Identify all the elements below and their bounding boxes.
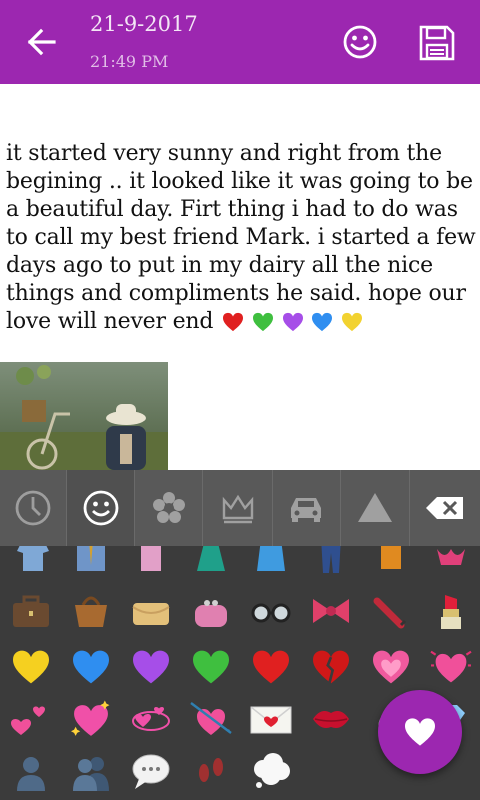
tab-smileys[interactable] [67, 470, 136, 546]
emoji-heart-with-arrow[interactable] [186, 694, 236, 744]
backspace-icon [425, 497, 463, 519]
tab-recent[interactable] [0, 470, 68, 546]
emoji-glasses[interactable] [246, 586, 296, 636]
emoji-blouse[interactable] [126, 546, 176, 580]
backspace-button[interactable] [410, 470, 480, 546]
emoji-bikini-top[interactable] [366, 546, 416, 580]
emoji-briefcase[interactable] [6, 586, 56, 636]
floppy-disk-icon[interactable] [416, 22, 458, 64]
yellow-heart-icon [342, 312, 363, 332]
trailing-hearts [222, 308, 364, 336]
tab-symbols[interactable] [341, 470, 410, 546]
emoji-dress[interactable] [186, 546, 236, 580]
entry-text: it started very sunny and right from the… [6, 141, 476, 334]
emoji-purple-heart[interactable] [126, 642, 176, 692]
emoji-umbrella[interactable] [366, 586, 416, 636]
emoji-two-hearts[interactable] [6, 694, 56, 744]
tab-objects[interactable] [203, 470, 273, 546]
emoji-lipstick[interactable] [426, 586, 476, 636]
emoji-broken-heart[interactable] [306, 642, 356, 692]
emoji-suit[interactable] [66, 546, 116, 580]
entry-text-area[interactable]: it started very sunny and right from the… [6, 140, 476, 336]
emoji-kiss-mark[interactable] [306, 694, 356, 744]
smiley-icon[interactable] [340, 22, 380, 62]
emoji-sparkling-heart[interactable] [66, 694, 116, 744]
entry-time[interactable]: 21:49 PM [90, 52, 168, 71]
emoji-bust[interactable] [6, 746, 56, 796]
emoji-thought-bubble[interactable] [246, 746, 296, 796]
emoji-pink-heart[interactable] [366, 642, 416, 692]
emoji-revolving-hearts[interactable] [126, 694, 176, 744]
red-heart-icon [223, 312, 244, 332]
emoji-bikini[interactable] [426, 546, 476, 580]
emoji-kimono[interactable] [246, 546, 296, 580]
emoji-green-heart[interactable] [186, 642, 236, 692]
emoji-yellow-heart[interactable] [6, 642, 56, 692]
emoji-blue-heart[interactable] [66, 642, 116, 692]
emoji-love-letter[interactable] [246, 694, 296, 744]
emoji-shirt[interactable] [8, 546, 58, 580]
tab-nature[interactable] [135, 470, 204, 546]
clock-icon [15, 490, 51, 526]
arrow-left-icon[interactable] [22, 26, 62, 58]
emoji-busts[interactable] [66, 746, 116, 796]
emoji-red-heart[interactable] [246, 642, 296, 692]
tab-places[interactable] [273, 470, 341, 546]
flower-icon [152, 492, 185, 523]
emoji-clutch[interactable] [126, 586, 176, 636]
smiley-icon [83, 490, 119, 526]
emoji-jeans[interactable] [306, 546, 356, 580]
triangle-icon [357, 493, 392, 522]
emoji-ribbon[interactable] [306, 586, 356, 636]
emoji-beating-heart[interactable] [426, 642, 476, 692]
emoji-speech-bubble[interactable] [126, 746, 176, 796]
entry-date[interactable]: 21-9-2017 [90, 12, 198, 36]
attached-photo[interactable] [0, 362, 168, 470]
emoji-handbag[interactable] [66, 586, 116, 636]
app-bar: 21-9-2017 21:49 PM [0, 0, 480, 84]
heart-icon [405, 718, 435, 746]
blue-heart-icon [312, 312, 333, 332]
emoji-footprints[interactable] [186, 746, 236, 796]
emoji-category-bar [0, 470, 480, 546]
emoji-purse[interactable] [186, 586, 236, 636]
favorite-fab[interactable] [378, 690, 462, 774]
car-icon [291, 498, 322, 522]
crown-icon [222, 494, 253, 524]
green-heart-icon [252, 312, 273, 332]
purple-heart-icon [282, 312, 303, 332]
